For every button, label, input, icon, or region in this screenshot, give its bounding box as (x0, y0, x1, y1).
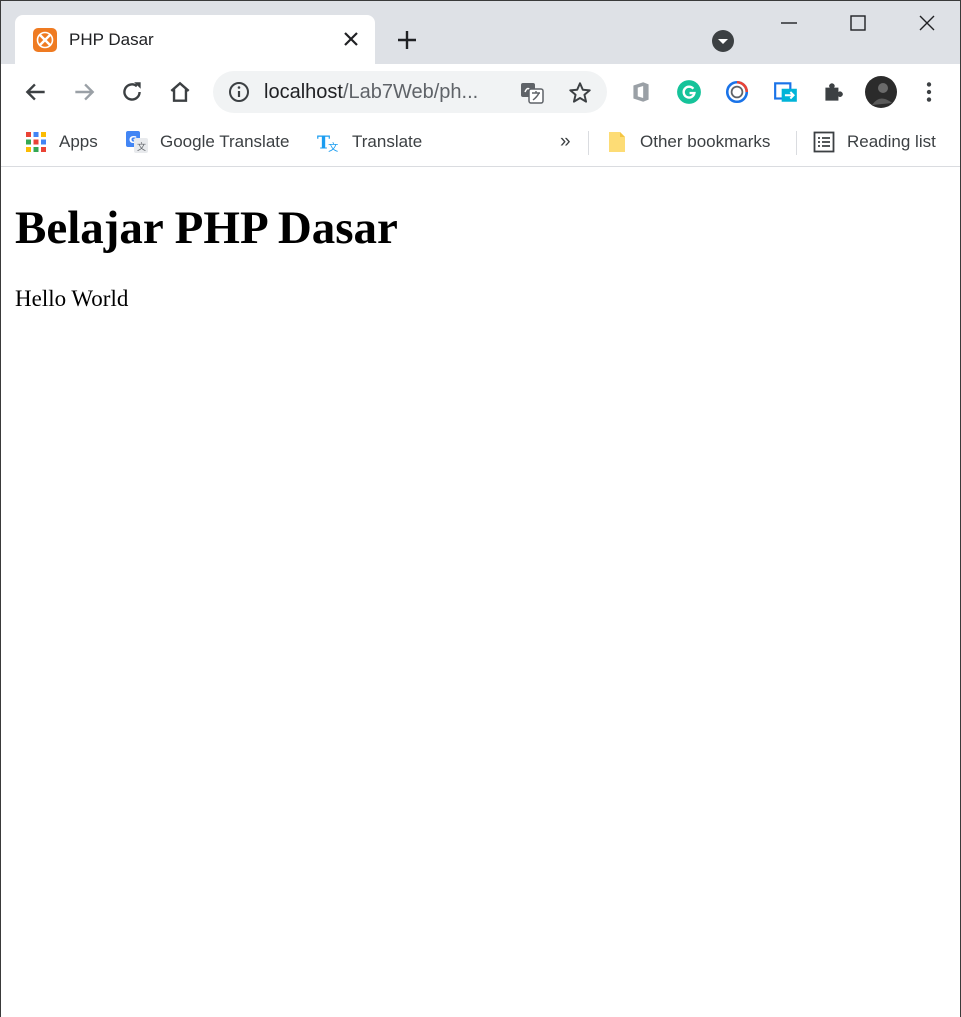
maximize-icon[interactable] (846, 11, 870, 35)
home-icon[interactable] (166, 78, 194, 106)
browser-window: PHP Dasar localhost/Lab7Web/ph... Apps G… (0, 0, 961, 1017)
url-text[interactable]: localhost/Lab7Web/ph... (264, 81, 478, 104)
close-tab-icon[interactable] (341, 29, 361, 49)
reading-list-button[interactable]: Reading list (812, 128, 936, 156)
grammarly-icon[interactable] (675, 78, 703, 106)
svg-text:文: 文 (137, 141, 146, 153)
share-extension-icon[interactable] (772, 78, 800, 106)
google-translate-icon: G文 (125, 130, 149, 154)
menu-kebab-icon[interactable] (915, 78, 943, 106)
page-paragraph: Hello World (15, 286, 129, 311)
svg-text:文: 文 (328, 141, 338, 154)
translate-icon: T文 (317, 130, 341, 154)
back-arrow-icon[interactable] (22, 78, 50, 106)
bookmarks-bar: Apps G文 Google Translate T文 Translate » … (1, 120, 960, 167)
window-close-icon[interactable] (915, 11, 939, 35)
url-path: /Lab7Web/ph... (342, 81, 479, 103)
tab-active[interactable]: PHP Dasar (15, 15, 375, 65)
sync-extension-icon[interactable] (723, 78, 751, 106)
bookmark-google-translate-label: Google Translate (160, 132, 290, 151)
xampp-icon (33, 28, 57, 52)
bookmark-other-bookmarks[interactable]: Other bookmarks (605, 128, 770, 156)
bookmarks-overflow-button[interactable]: » (560, 128, 571, 156)
tab-search-icon[interactable] (711, 29, 735, 53)
minimize-icon[interactable] (777, 11, 801, 35)
forward-arrow-icon[interactable] (70, 78, 98, 106)
bookmark-google-translate[interactable]: G文 Google Translate (125, 128, 289, 156)
profile-avatar[interactable] (864, 75, 898, 109)
bookmark-apps-label: Apps (59, 132, 98, 151)
bookmark-translate[interactable]: T文 Translate (317, 128, 422, 156)
toolbar: localhost/Lab7Web/ph... (1, 64, 960, 120)
reading-list-label: Reading list (847, 132, 936, 151)
bookmarks-divider (588, 131, 589, 155)
bookmark-translate-label: Translate (352, 132, 423, 151)
site-info-icon[interactable] (227, 80, 251, 104)
office-extension-icon[interactable] (627, 78, 655, 106)
bookmark-apps[interactable]: Apps (24, 128, 98, 156)
folder-icon (605, 130, 629, 154)
other-bookmarks-label: Other bookmarks (640, 132, 771, 151)
url-host: localhost (264, 81, 343, 103)
tab-strip: PHP Dasar (1, 0, 960, 65)
new-tab-icon[interactable] (395, 28, 419, 52)
bookmarks-divider-2 (796, 131, 797, 155)
address-bar[interactable]: localhost/Lab7Web/ph... (213, 71, 607, 113)
extensions-puzzle-icon[interactable] (819, 78, 847, 106)
bookmark-star-icon[interactable] (567, 80, 593, 106)
page-content: Belajar PHP Dasar Hello World (1, 168, 960, 1017)
page-heading: Belajar PHP Dasar (15, 202, 398, 254)
overflow-chevron-icon: » (560, 131, 571, 152)
tab-title: PHP Dasar (69, 30, 154, 49)
reading-list-icon (812, 130, 836, 154)
translate-page-icon[interactable] (519, 80, 545, 106)
reload-icon[interactable] (118, 78, 146, 106)
apps-grid-icon (24, 130, 48, 154)
